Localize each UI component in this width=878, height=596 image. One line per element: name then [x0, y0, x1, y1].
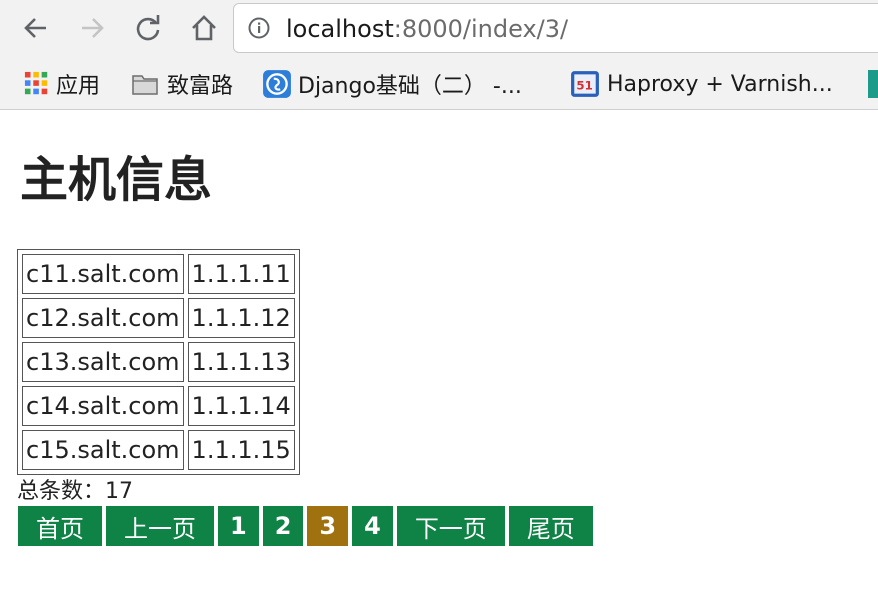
bookmark-label: 应用 — [56, 74, 101, 99]
bookmark-overflow-icon[interactable] — [868, 70, 878, 98]
bookmark-folder-zhifu[interactable]: 致富路 — [129, 69, 233, 99]
apps-grid-icon — [24, 71, 48, 95]
total-label: 总条数： — [17, 479, 106, 504]
page-title: 主机信息 — [20, 152, 213, 208]
ip-cell: 1.1.1.15 — [187, 430, 295, 470]
bookmark-label: Django基础（二） -... — [298, 74, 522, 99]
table-row: c12.salt.com 1.1.1.12 — [22, 298, 295, 338]
home-icon — [192, 15, 216, 41]
table-row: c15.salt.com 1.1.1.15 — [22, 430, 295, 470]
hostname-cell: c14.salt.com — [22, 386, 184, 426]
page-link-1[interactable]: 1 — [218, 506, 259, 546]
reload-button[interactable] — [132, 12, 164, 44]
bookmark-label: 致富路 — [167, 74, 234, 99]
haproxy-site-icon: 51 — [571, 71, 599, 97]
ip-cell: 1.1.1.13 — [187, 342, 295, 382]
home-button[interactable] — [188, 12, 220, 44]
ip-cell: 1.1.1.14 — [187, 386, 295, 426]
hostname-cell: c12.salt.com — [22, 298, 184, 338]
hostname-cell: c13.salt.com — [22, 342, 184, 382]
forward-arrow-icon — [82, 18, 104, 38]
ip-cell: 1.1.1.11 — [187, 254, 295, 294]
svg-text:51: 51 — [576, 78, 592, 92]
folder-icon — [132, 75, 158, 95]
back-arrow-icon — [24, 18, 46, 38]
bookmark-label: Haproxy + Varnish... — [607, 71, 833, 97]
prev-page-link[interactable]: 上一页 — [106, 506, 214, 546]
browser-toolbar: localhost:8000/index/3/ — [0, 0, 878, 60]
info-icon[interactable] — [248, 17, 270, 39]
table-row: c11.salt.com 1.1.1.11 — [22, 254, 295, 294]
first-page-link[interactable]: 首页 — [18, 506, 102, 546]
url-path: :8000/index/3/ — [393, 15, 569, 43]
bookmark-haproxy[interactable]: 51 Haproxy + Varnish... — [569, 69, 833, 99]
page-link-2[interactable]: 2 — [262, 506, 304, 546]
url-text: localhost:8000/index/3/ — [286, 14, 568, 44]
bookmark-apps[interactable]: 应用 — [24, 69, 100, 99]
address-bar[interactable]: localhost:8000/index/3/ — [233, 3, 878, 53]
hostname-cell: c15.salt.com — [22, 430, 184, 470]
total-count-line: 总条数：17 — [17, 478, 133, 506]
ip-cell: 1.1.1.12 — [187, 298, 295, 338]
host-table: c11.salt.com 1.1.1.11 c12.salt.com 1.1.1… — [17, 249, 300, 475]
page-link-3-current[interactable]: 3 — [307, 506, 349, 546]
page-link-4[interactable]: 4 — [352, 506, 393, 546]
reload-icon — [136, 15, 160, 41]
hostname-cell: c11.salt.com — [22, 254, 184, 294]
pagination: 首页 上一页 1 2 3 4 下一页 尾页 — [18, 506, 593, 546]
table-row: c13.salt.com 1.1.1.13 — [22, 342, 295, 382]
bookmarks-bar: 应用 致富路 Django基础（二） -... 51 Haproxy + Var… — [0, 60, 878, 110]
forward-button[interactable] — [76, 12, 108, 44]
total-count: 17 — [105, 479, 134, 504]
back-button[interactable] — [20, 12, 52, 44]
url-host: localhost — [286, 15, 394, 43]
last-page-link[interactable]: 尾页 — [508, 506, 593, 546]
next-page-link[interactable]: 下一页 — [396, 506, 505, 546]
django-site-icon — [263, 70, 291, 98]
table-row: c14.salt.com 1.1.1.14 — [22, 386, 295, 426]
bookmark-django[interactable]: Django基础（二） -... — [262, 69, 522, 99]
